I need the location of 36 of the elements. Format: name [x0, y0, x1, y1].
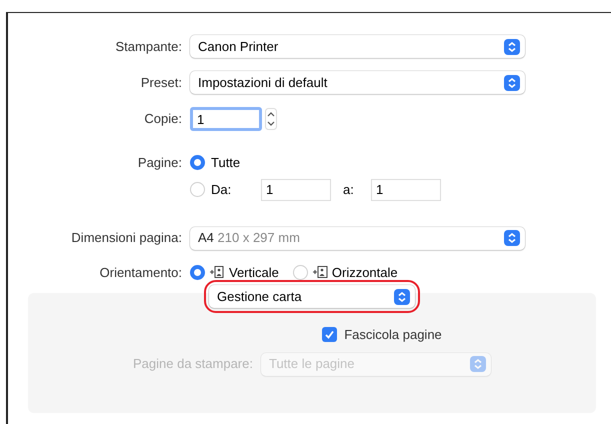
field-label: Copie:	[143, 110, 183, 128]
popup-menu[interactable]: A4 210 x 297 mm	[190, 226, 525, 250]
radio-label: Orizzontale	[332, 264, 398, 282]
to-page-field[interactable]: 1	[371, 178, 441, 200]
field-label: Stampante:	[114, 38, 183, 56]
section-value: Gestione carta	[217, 288, 302, 306]
radio-label: Verticale	[229, 264, 279, 282]
field-label: Dimensioni pagina:	[70, 229, 183, 248]
popup-arrows-icon	[504, 74, 520, 90]
field-label: Preset:	[140, 74, 183, 92]
popup-menu[interactable]: Impostazioni di default	[190, 71, 525, 94]
checkbox[interactable]	[322, 327, 338, 342]
landscape-page-icon	[312, 265, 328, 280]
radio-button[interactable]	[190, 155, 205, 170]
stepper-icon[interactable]	[265, 108, 277, 130]
popup-arrows-icon	[504, 38, 520, 54]
from-page-field[interactable]: 1	[261, 178, 331, 200]
checkmark-icon	[324, 329, 336, 340]
popup-menu[interactable]: Canon Printer	[190, 35, 525, 58]
popup-arrows-icon	[504, 230, 520, 246]
portrait-page-icon	[209, 265, 225, 280]
printer-value: Canon Printer	[198, 38, 278, 56]
copies-field[interactable]: 1	[190, 107, 262, 131]
popup-arrows-icon	[394, 288, 410, 304]
checkbox-label: Fascicola pagine	[344, 326, 442, 344]
paper-size-value: A4 210 x 297 mm	[198, 229, 300, 248]
field-label: Orientamento:	[98, 264, 183, 282]
preset-value: Impostazioni di default	[198, 74, 328, 92]
radio-label: Tutte	[211, 154, 240, 172]
radio-button[interactable]	[190, 264, 205, 280]
field-label: Pagine da stampare:	[133, 355, 254, 374]
radio-label: Da:	[211, 180, 232, 199]
popup-arrows-icon	[470, 356, 486, 372]
popup-menu[interactable]: Gestione carta	[209, 285, 415, 308]
to-label: a:	[343, 180, 355, 199]
field-label: Pagine:	[136, 154, 183, 172]
